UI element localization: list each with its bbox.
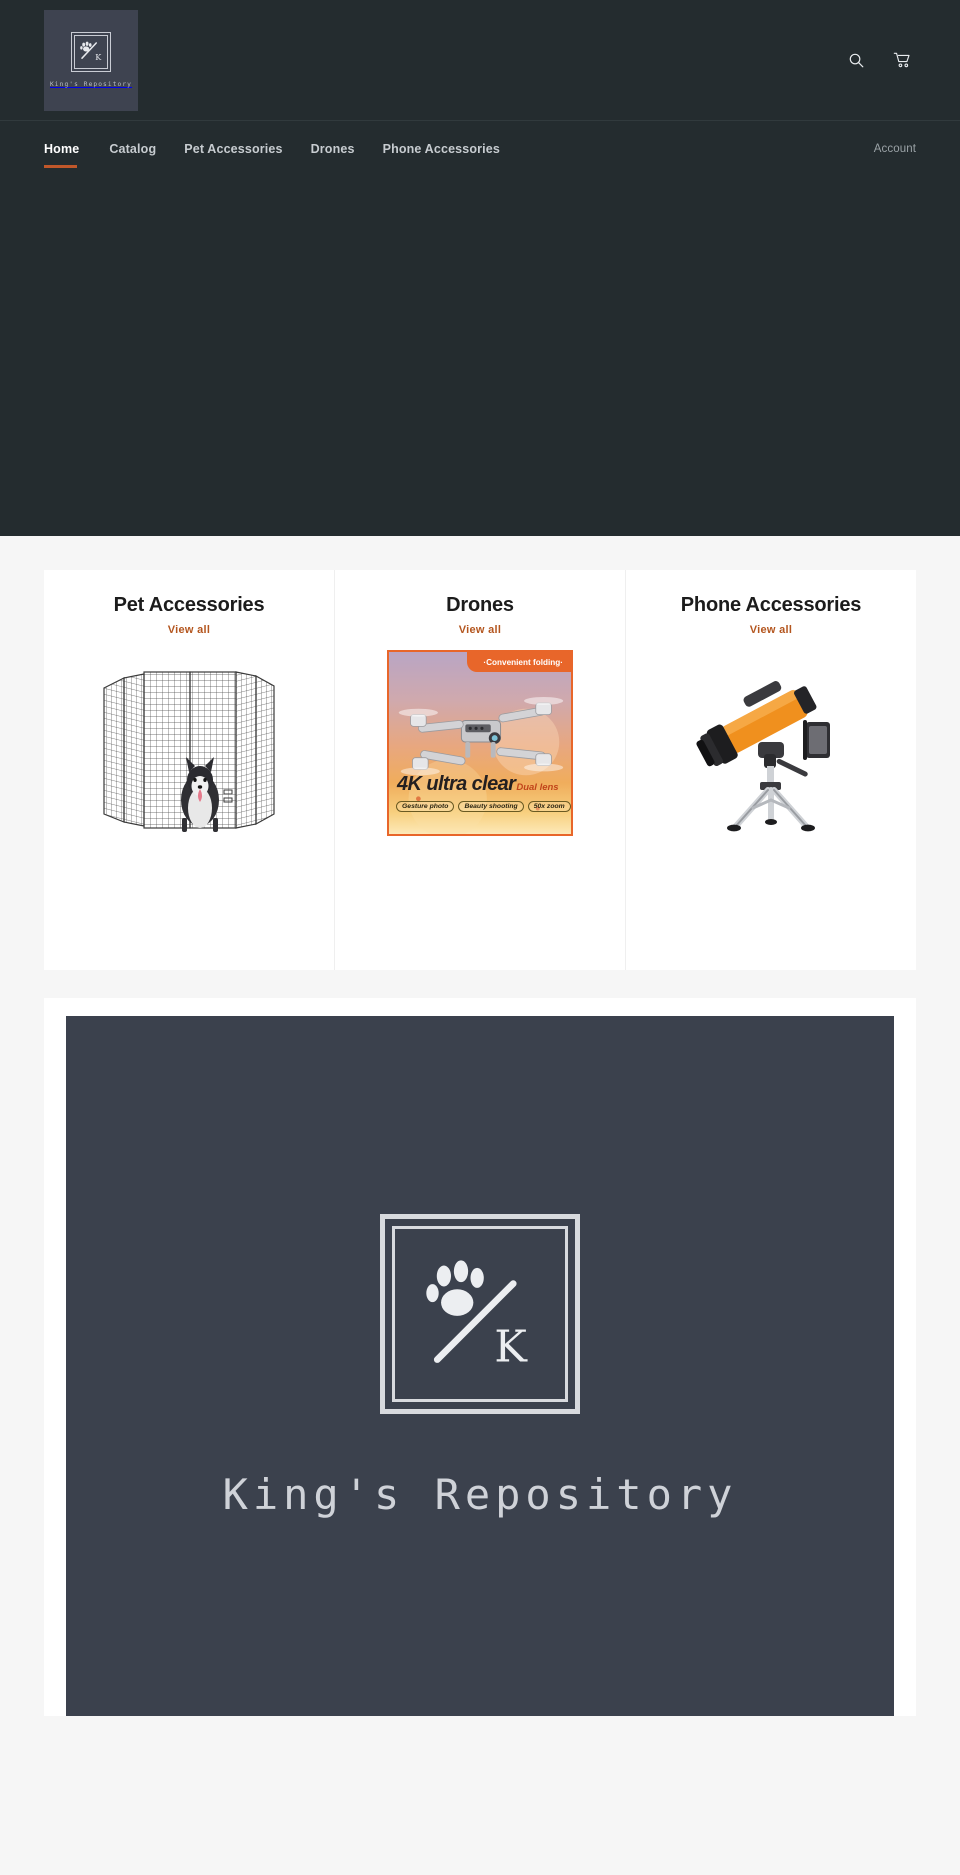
collection-title: Phone Accessories <box>680 594 862 616</box>
drone-promo-pill: Beauty shooting <box>458 801 524 812</box>
nav-link-drones[interactable]: Drones <box>311 142 355 156</box>
nav-item-phone-accessories[interactable]: Phone Accessories <box>383 121 528 176</box>
nav-item-drones[interactable]: Drones <box>311 121 383 176</box>
collection-card-phone-accessories[interactable]: Phone Accessories View all <box>625 570 916 970</box>
shopping-cart-icon[interactable] <box>888 46 916 74</box>
main-navigation: Home Catalog Pet Accessories Drones Phon… <box>0 120 960 176</box>
search-icon[interactable] <box>842 46 870 74</box>
nav-active-underline <box>44 165 77 168</box>
hero-banner <box>0 176 960 536</box>
collections-section: Pet Accessories View all Drones View all… <box>0 536 960 970</box>
nav-link-catalog[interactable]: Catalog <box>109 142 156 156</box>
nav-link-phone-accessories[interactable]: Phone Accessories <box>383 142 500 156</box>
drone-promo-pill: 50x zoom <box>527 801 571 812</box>
nav-item-catalog[interactable]: Catalog <box>109 121 184 176</box>
nav-link-pet-accessories[interactable]: Pet Accessories <box>184 142 282 156</box>
nav-item-home[interactable]: Home <box>44 121 109 176</box>
site-logo-wordmark: King's Repository <box>49 81 133 88</box>
drone-promo-headline-main: 4K ultra clear <box>397 773 516 795</box>
collection-title: Pet Accessories <box>113 594 265 616</box>
collection-view-all-link[interactable]: View all <box>168 624 211 636</box>
svg-text:K: K <box>95 53 102 62</box>
drone-promo-card: ·Convenient folding· 4K ultra clear Dual… <box>387 650 573 836</box>
collection-view-all-link[interactable]: View all <box>750 624 793 636</box>
nav-item-pet-accessories[interactable]: Pet Accessories <box>184 121 310 176</box>
svg-text:K: K <box>494 1321 528 1372</box>
drone-promo-headline-sub: Dual lens <box>516 782 559 793</box>
site-logo[interactable]: K King's Repository <box>44 9 138 111</box>
header-actions <box>842 46 916 74</box>
site-header: K King's Repository <box>0 0 960 120</box>
nav-link-home[interactable]: Home <box>44 142 79 156</box>
telescope-image <box>678 650 864 836</box>
brand-wordmark: King's Repository <box>222 1469 738 1519</box>
paw-slash-k-logo-icon: K <box>71 32 111 72</box>
collection-card-pet-accessories[interactable]: Pet Accessories View all <box>44 570 334 970</box>
brand-logo-panel: K King's Repository <box>66 1016 894 1716</box>
drone-promo-pill: Gesture photo <box>396 801 455 812</box>
collection-title: Drones <box>446 594 514 616</box>
feature-outer: K King's Repository <box>44 998 916 1716</box>
drone-promo-feature-pills: Gesture photo Beauty shooting 50x zoom <box>396 801 571 812</box>
paw-slash-k-logo-icon: K <box>380 1213 580 1414</box>
collection-card-drones[interactable]: Drones View all ·Convenient folding· 4K … <box>334 570 625 970</box>
dog-playpen-image <box>96 650 282 836</box>
drone-promo-image: ·Convenient folding· 4K ultra clear Dual… <box>387 650 573 836</box>
drone-promo-banner: ·Convenient folding· <box>467 652 571 672</box>
collection-view-all-link[interactable]: View all <box>459 624 502 636</box>
nav-list: Home Catalog Pet Accessories Drones Phon… <box>44 121 528 176</box>
account-link[interactable]: Account <box>874 143 916 155</box>
drone-promo-headline: 4K ultra clear Dual lens <box>397 773 559 796</box>
feature-section: K King's Repository <box>0 970 960 1716</box>
collections-grid: Pet Accessories View all Drones View all… <box>44 570 916 970</box>
